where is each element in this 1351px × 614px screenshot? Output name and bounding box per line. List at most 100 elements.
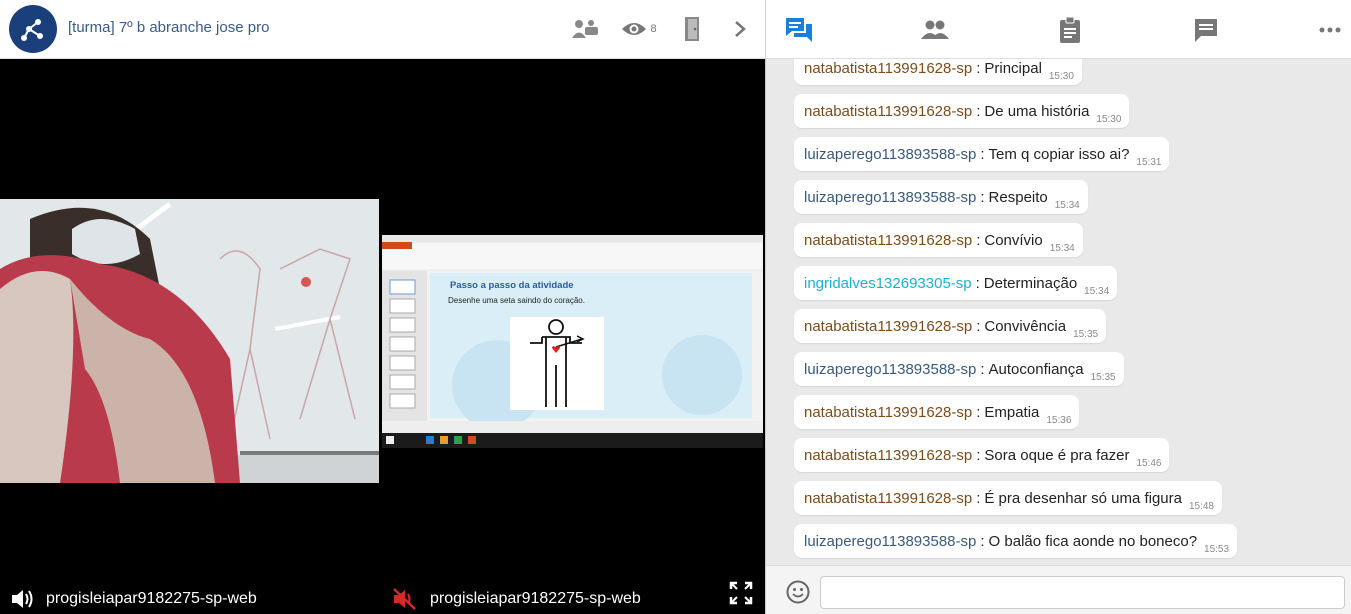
message-time: 15:36	[1046, 415, 1072, 426]
chevron-right-icon[interactable]	[730, 13, 750, 45]
chat-message-list[interactable]: natabatista113991628-sp: Principal 15:30 na…	[766, 59, 1351, 565]
chat-message: luizaperego113893588-sp: Autoconfiança 15:…	[794, 352, 1124, 386]
chat-icon	[786, 18, 812, 42]
emoji-icon[interactable]	[786, 580, 810, 609]
message-time: 15:35	[1073, 329, 1099, 340]
camera-video-feed	[0, 199, 379, 483]
message-text: Respeito	[988, 188, 1048, 206]
message-text: Tem q copiar isso ai?	[988, 145, 1130, 163]
message-separator: :	[975, 274, 980, 292]
video-tile-camera[interactable]: progisleiapar9182275-sp-web	[0, 60, 380, 614]
message-author[interactable]: luizaperego113893588-sp	[804, 361, 976, 378]
message-author[interactable]: luizaperego113893588-sp	[804, 189, 976, 206]
chat-message: natabatista113991628-sp: Convívio 15:34	[794, 223, 1083, 257]
message-text: É pra desenhar só uma figura	[984, 489, 1182, 507]
logo-icon[interactable]	[9, 5, 57, 53]
message-icon	[1195, 19, 1217, 42]
participant-name: progisleiapar9182275-sp-web	[430, 590, 641, 607]
message-text: Convivência	[984, 317, 1067, 335]
message-text: Principal	[984, 59, 1042, 77]
message-text: Empatia	[984, 403, 1040, 421]
message-author[interactable]: luizaperego113893588-sp	[804, 146, 976, 163]
message-separator: :	[976, 59, 981, 77]
video-tile-screenshare[interactable]: Passo a passo da atividade Desenhe uma s…	[382, 60, 765, 614]
message-separator: :	[976, 489, 981, 507]
participant-name: progisleiapar9182275-sp-web	[46, 590, 257, 607]
side-panel-tabs	[766, 0, 1351, 59]
clipboard-icon	[1060, 16, 1080, 43]
message-separator: :	[980, 145, 985, 163]
message-text: De uma história	[984, 102, 1090, 120]
message-separator: :	[980, 532, 985, 550]
video-tile-footer: progisleiapar9182275-sp-web	[382, 584, 765, 614]
chat-composer	[766, 565, 1351, 614]
tab-messages[interactable]	[1190, 14, 1222, 46]
message-time: 15:46	[1136, 458, 1162, 469]
chat-message: natabatista113991628-sp: Convivência 15:35	[794, 309, 1107, 343]
speaker-muted-icon[interactable]	[392, 587, 418, 611]
viewers-indicator[interactable]: 8	[618, 13, 660, 45]
message-time: 15:53	[1204, 544, 1230, 555]
message-separator: :	[976, 102, 981, 120]
message-text: Determinação	[983, 274, 1078, 292]
message-author[interactable]: natabatista113991628-sp	[804, 490, 972, 507]
message-text: Convívio	[984, 231, 1043, 249]
message-author[interactable]: natabatista113991628-sp	[804, 447, 972, 464]
message-time: 15:30	[1048, 71, 1074, 82]
message-author[interactable]: natabatista113991628-sp	[804, 103, 972, 120]
message-time: 15:34	[1054, 200, 1080, 211]
room-header: [turma] 7º b abranche jose pro 8	[0, 0, 765, 59]
message-author[interactable]: ingridalves132693305-sp	[804, 275, 972, 292]
slide-text: Desenhe uma seta saindo do coração.	[448, 296, 585, 305]
chat-message: luizaperego113893588-sp: Tem q copiar iss…	[794, 137, 1170, 171]
message-separator: :	[976, 446, 981, 464]
app-window: [turma] 7º b abranche jose pro 8 progisl…	[0, 0, 1351, 614]
slide-title: Passo a passo da atividade	[450, 280, 574, 291]
chat-message: natabatista113991628-sp: Principal 15:30	[794, 59, 1082, 85]
users-icon	[921, 20, 949, 39]
message-separator: :	[976, 317, 981, 335]
more-icon	[1319, 27, 1341, 33]
message-text: Sora oque é pra fazer	[984, 446, 1130, 464]
side-panel: natabatista113991628-sp: Principal 15:30 na…	[765, 0, 1351, 614]
message-time: 15:30	[1096, 114, 1122, 125]
room-title: [turma] 7º b abranche jose pro	[68, 19, 270, 36]
fullscreen-icon[interactable]	[729, 581, 753, 610]
message-author[interactable]: luizaperego113893588-sp	[804, 533, 976, 550]
message-text: O balão fica aonde no boneco?	[988, 532, 1198, 550]
chat-message: natabatista113991628-sp: De uma história 1…	[794, 94, 1130, 128]
chat-message: natabatista113991628-sp: É pra desenhar s…	[794, 481, 1222, 515]
message-separator: :	[980, 360, 985, 378]
message-separator: :	[976, 403, 981, 421]
tab-chat[interactable]	[783, 14, 815, 46]
message-separator: :	[980, 188, 985, 206]
tab-more[interactable]	[1314, 14, 1346, 46]
message-author[interactable]: natabatista113991628-sp	[804, 404, 972, 421]
message-author[interactable]: natabatista113991628-sp	[804, 318, 972, 335]
message-text: Autoconfiança	[988, 360, 1084, 378]
chat-message: natabatista113991628-sp: Sora oque é pra …	[794, 438, 1170, 472]
chat-message: luizaperego113893588-sp: O balão fica aon…	[794, 524, 1238, 558]
chat-message: ingridalves132693305-sp: Determinação 15:3…	[794, 266, 1118, 300]
speaker-on-icon[interactable]	[10, 588, 34, 610]
viewer-count: 8	[650, 23, 657, 35]
chat-message: luizaperego113893588-sp: Respeito 15:34	[794, 180, 1088, 214]
video-tile-footer: progisleiapar9182275-sp-web	[0, 584, 380, 614]
tab-notes[interactable]	[1054, 14, 1086, 46]
exit-door-icon[interactable]	[680, 13, 704, 45]
message-time: 15:34	[1049, 243, 1075, 254]
message-time: 15:31	[1136, 157, 1162, 168]
message-separator: :	[976, 231, 981, 249]
screenshare-video-feed: Passo a passo da atividade Desenhe uma s…	[382, 235, 763, 448]
message-author[interactable]: natabatista113991628-sp	[804, 60, 972, 77]
tab-users[interactable]	[919, 14, 951, 46]
participants-on-stage-icon[interactable]	[568, 13, 602, 45]
message-time: 15:34	[1084, 286, 1110, 297]
message-time: 15:48	[1188, 501, 1214, 512]
chat-message: natabatista113991628-sp: Empatia 15:36	[794, 395, 1080, 429]
eye-icon	[622, 23, 647, 35]
message-time: 15:35	[1090, 372, 1116, 383]
video-area: [turma] 7º b abranche jose pro 8 progisl…	[0, 0, 765, 614]
message-author[interactable]: natabatista113991628-sp	[804, 232, 972, 249]
chat-message-input[interactable]	[820, 576, 1345, 609]
